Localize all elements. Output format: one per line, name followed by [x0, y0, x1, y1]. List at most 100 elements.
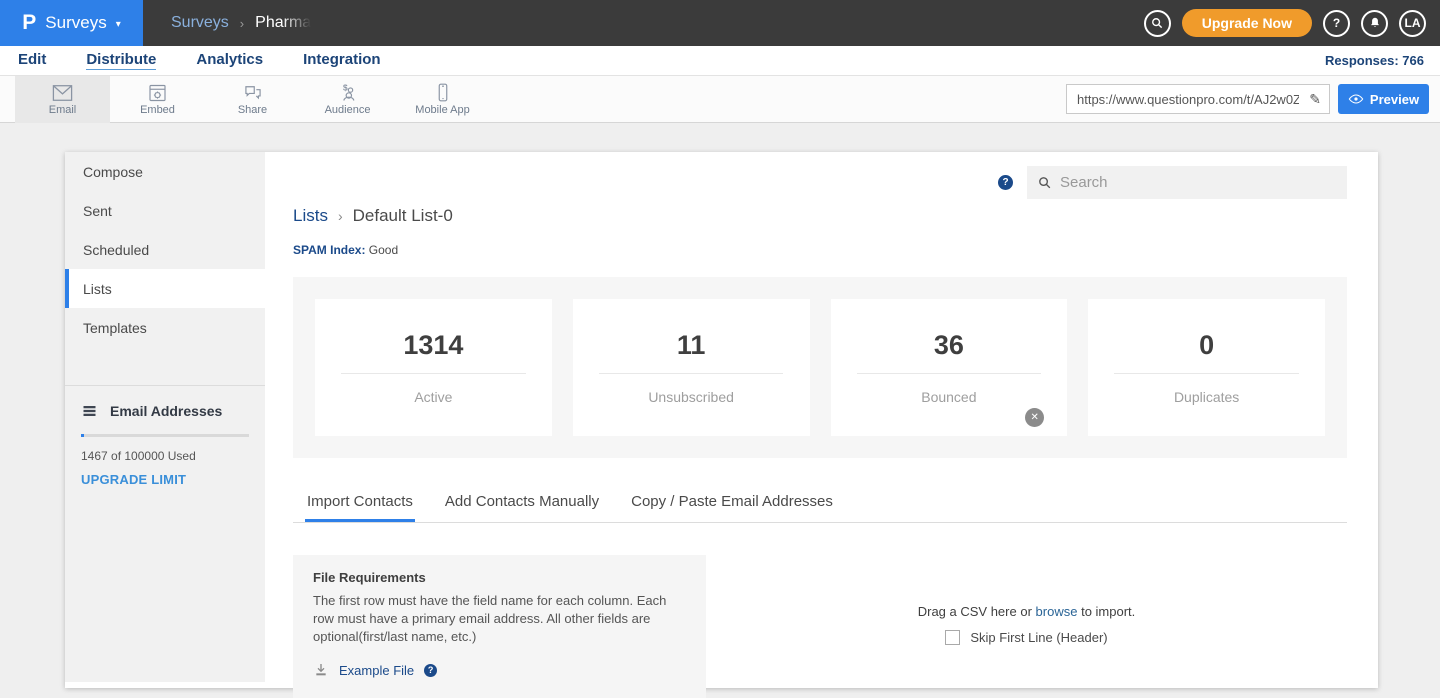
search-icon [1150, 16, 1164, 30]
upgrade-now-button[interactable]: Upgrade Now [1182, 9, 1312, 37]
toolbar-item-label: Embed [140, 104, 175, 116]
breadcrumb-surveys-link[interactable]: Surveys [171, 14, 229, 32]
browse-link[interactable]: browse [1036, 604, 1078, 619]
toolbar-item-label: Mobile App [415, 104, 469, 116]
stat-value: 36 [934, 330, 964, 361]
clear-bounced-icon[interactable]: ✕ [1025, 408, 1044, 427]
file-requirements-title: File Requirements [313, 570, 686, 585]
example-file-help-icon[interactable]: ? [424, 664, 437, 677]
search-button[interactable] [1144, 10, 1171, 37]
example-file-row: Example File ? [313, 662, 686, 678]
notifications-button[interactable] [1361, 10, 1388, 37]
sidebar-item-templates[interactable]: Templates [65, 308, 265, 347]
toolbar-item-share[interactable]: Share [205, 76, 300, 123]
skip-first-line-label: Skip First Line (Header) [970, 630, 1107, 645]
contact-search-input[interactable] [1060, 174, 1337, 191]
breadcrumb-current-list: Default List-0 [353, 206, 453, 226]
stat-value: 11 [677, 330, 706, 361]
email-sidebar: Compose Sent Scheduled Lists Templates E… [65, 152, 265, 682]
email-icon [51, 83, 74, 103]
usage-progress-bar [81, 434, 249, 437]
tab-edit[interactable]: Edit [18, 51, 46, 70]
list-stats: 1314 Active 11 Unsubscribed 36 Bounced ✕… [293, 277, 1347, 458]
survey-section-nav: Edit Distribute Analytics Integration Re… [0, 46, 1440, 76]
contact-search-box [1027, 166, 1347, 199]
preview-button[interactable]: Preview [1338, 84, 1429, 114]
toolbar-item-label: Email [49, 104, 77, 116]
survey-url-input[interactable] [1067, 92, 1301, 107]
breadcrumb-lists-link[interactable]: Lists [293, 206, 328, 226]
tab-import-contacts[interactable]: Import Contacts [305, 493, 415, 522]
section-tabs: Edit Distribute Analytics Integration [16, 51, 381, 70]
toolbar-item-label: Audience [325, 104, 371, 116]
toolbar-item-embed[interactable]: Embed [110, 76, 205, 123]
stat-card-active: 1314 Active [315, 299, 552, 436]
stat-card-duplicates: 0 Duplicates [1088, 299, 1325, 436]
stat-divider [1114, 373, 1299, 374]
spam-index: SPAM Index: Good [293, 243, 1347, 257]
stat-value: 1314 [403, 330, 463, 361]
stat-label: Duplicates [1174, 389, 1239, 405]
stat-label: Unsubscribed [648, 389, 734, 405]
tab-distribute[interactable]: Distribute [86, 51, 156, 70]
dropzone-text-before: Drag a CSV here or [918, 604, 1032, 619]
email-addresses-title: Email Addresses [110, 403, 222, 419]
top-navbar: P Surveys ▾ Surveys › Pharma Upgrade Now… [0, 0, 1440, 46]
sidebar-item-compose[interactable]: Compose [65, 152, 265, 191]
upgrade-limit-link[interactable]: UPGRADE LIMIT [81, 472, 249, 487]
list-icon [81, 403, 98, 419]
topbar-actions: Upgrade Now ? LA [1144, 9, 1440, 37]
sidebar-item-lists[interactable]: Lists [65, 269, 265, 308]
csv-dropzone[interactable]: Drag a CSV here or browse to import. Ski… [706, 604, 1347, 698]
stat-label: Bounced [921, 389, 976, 405]
survey-breadcrumb: Surveys › Pharma [171, 14, 311, 32]
toolbar-item-audience[interactable]: $ Audience [300, 76, 395, 123]
spam-index-value: Good [369, 243, 398, 257]
preview-label: Preview [1370, 92, 1419, 107]
tab-copy-paste-email-addresses[interactable]: Copy / Paste Email Addresses [629, 493, 835, 522]
distribute-toolbar: Email Embed Share $ Audience Mobile App [0, 76, 1440, 123]
file-requirements-body: The first row must have the field name f… [313, 592, 681, 646]
breadcrumb-separator: › [338, 208, 343, 224]
list-breadcrumb: Lists › Default List-0 [293, 206, 1347, 226]
embed-icon [147, 83, 168, 103]
responses-count[interactable]: Responses: 766 [1325, 53, 1424, 68]
contacts-tabs: Import Contacts Add Contacts Manually Co… [293, 493, 1347, 523]
page-background: Compose Sent Scheduled Lists Templates E… [0, 124, 1440, 688]
import-contacts-panel: File Requirements The first row must hav… [293, 555, 1347, 698]
stat-divider [599, 373, 784, 374]
stat-card-unsubscribed: 11 Unsubscribed [573, 299, 810, 436]
list-help-icon[interactable]: ? [998, 175, 1013, 190]
tab-add-contacts-manually[interactable]: Add Contacts Manually [443, 493, 601, 522]
chevron-down-icon: ▾ [116, 19, 121, 30]
bell-icon [1368, 16, 1382, 30]
tab-integration[interactable]: Integration [303, 51, 381, 70]
toolbar-item-email[interactable]: Email [15, 76, 110, 123]
product-switcher[interactable]: P Surveys ▾ [0, 0, 143, 46]
edit-url-icon[interactable]: ✎ [1301, 91, 1329, 108]
sidebar-item-scheduled[interactable]: Scheduled [65, 230, 265, 269]
questionpro-logo-icon: P [22, 11, 36, 35]
toolbar-item-mobile-app[interactable]: Mobile App [395, 76, 490, 123]
example-file-link[interactable]: Example File [339, 663, 414, 678]
dropzone-text: Drag a CSV here or browse to import. [918, 604, 1136, 619]
audience-icon: $ [337, 83, 359, 103]
file-requirements-box: File Requirements The first row must hav… [293, 555, 706, 698]
mobile-app-icon [433, 82, 453, 103]
lists-panel: Compose Sent Scheduled Lists Templates E… [65, 152, 1378, 688]
user-avatar[interactable]: LA [1399, 10, 1426, 37]
usage-progress-fill [81, 434, 84, 437]
tab-analytics[interactable]: Analytics [196, 51, 263, 70]
share-icon [242, 83, 264, 103]
svg-text:$: $ [343, 83, 348, 93]
list-detail-content: ? Lists › Default List-0 SPAM Index: Goo… [265, 152, 1378, 688]
stat-divider [341, 373, 526, 374]
help-button[interactable]: ? [1323, 10, 1350, 37]
email-addresses-header: Email Addresses [81, 403, 249, 419]
spam-index-label: SPAM Index: [293, 243, 365, 257]
sidebar-item-sent[interactable]: Sent [65, 191, 265, 230]
dropzone-text-after: to import. [1081, 604, 1135, 619]
skip-first-line-checkbox[interactable] [945, 630, 960, 645]
survey-url-box: ✎ [1066, 84, 1330, 114]
breadcrumb-current-survey: Pharma [255, 14, 311, 32]
